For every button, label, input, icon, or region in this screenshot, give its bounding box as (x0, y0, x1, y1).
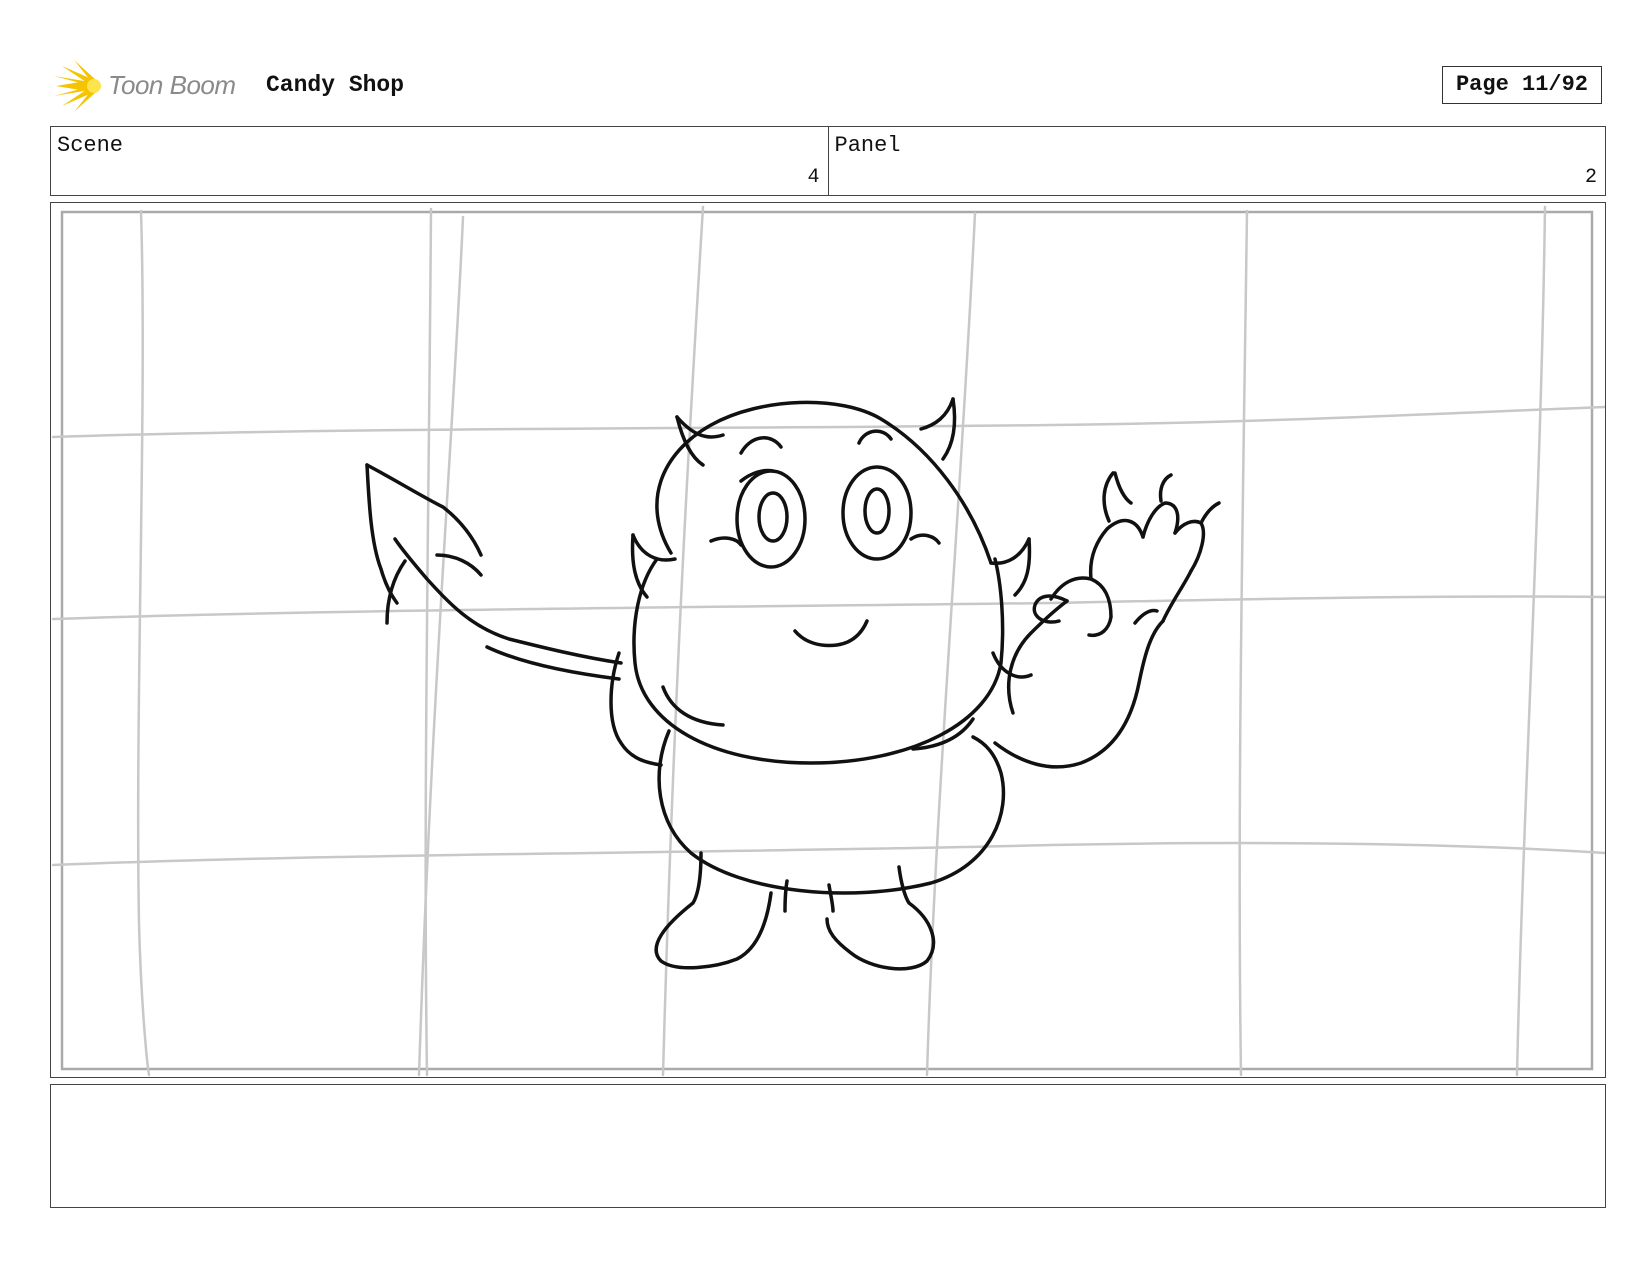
scene-panel-info: Scene 4 Panel 2 (50, 126, 1606, 196)
sketch-grid (51, 205, 1605, 1077)
project-title: Candy Shop (266, 72, 405, 98)
devil-character-icon (365, 397, 1221, 971)
storyboard-panel (50, 202, 1606, 1078)
logo-flare-icon (54, 60, 101, 112)
logo-text: Toon Boom (108, 70, 236, 100)
panel-notes (50, 1084, 1606, 1208)
header: Toon Boom Candy Shop Page 11/92 (0, 0, 1648, 120)
inner-frame (60, 210, 1594, 1071)
panel-number: 2 (1584, 166, 1597, 189)
panel-label: Panel (834, 133, 901, 158)
panel-cell: Panel 2 (827, 127, 1606, 195)
panel-drawing (51, 205, 1605, 1077)
scene-cell: Scene 4 (51, 127, 828, 195)
toon-boom-logo: Toon Boom (52, 58, 252, 114)
scene-number: 4 (807, 166, 820, 189)
scene-label: Scene (57, 133, 124, 158)
page-indicator: Page 11/92 (1442, 66, 1602, 104)
